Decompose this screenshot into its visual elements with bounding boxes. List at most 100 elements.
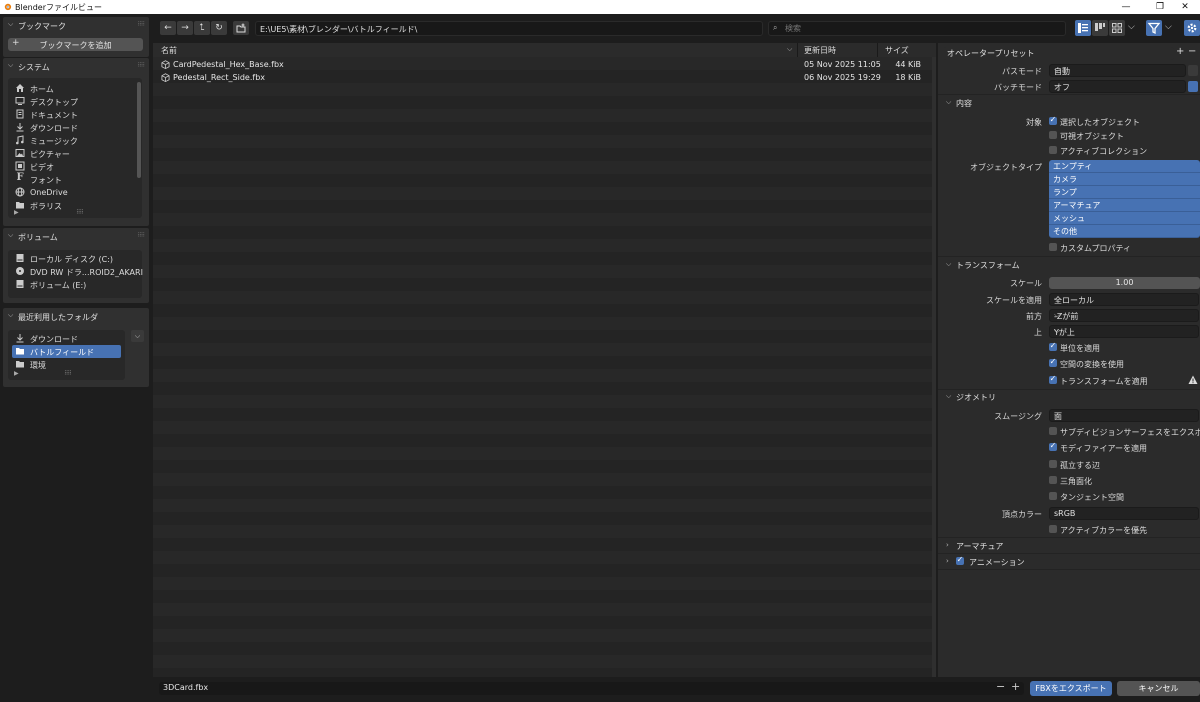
system-item-desktop[interactable]: デスクトップ bbox=[12, 95, 134, 108]
display-options-chevron-icon[interactable]: ⌵ bbox=[1128, 22, 1135, 32]
object-type-lamp[interactable]: ランプ bbox=[1049, 186, 1200, 199]
object-type-empty[interactable]: エンプティ bbox=[1049, 160, 1200, 173]
active-collection-checkbox[interactable] bbox=[1049, 146, 1057, 154]
column-date[interactable]: 更新日時 bbox=[804, 45, 836, 56]
system-item-downloads[interactable]: ダウンロード bbox=[12, 121, 134, 134]
object-type-camera[interactable]: カメラ bbox=[1049, 173, 1200, 186]
forward-axis-dropdown[interactable]: -Zが前 ⌵ bbox=[1049, 309, 1199, 322]
apply-transform-label: トランスフォームを適用 bbox=[1060, 377, 1148, 386]
recent-panel-header[interactable]: ⌵ 最近利用したフォルダ bbox=[3, 308, 149, 324]
view-thumbnails-button[interactable] bbox=[1109, 20, 1125, 36]
increment-filename-button[interactable]: + bbox=[1011, 680, 1020, 693]
system-item-fonts[interactable]: F フォント bbox=[12, 172, 134, 186]
file-row[interactable]: CardPedestal_Hex_Base.fbx 05 Nov 2025 11… bbox=[153, 58, 936, 71]
forward-button[interactable]: → bbox=[177, 21, 193, 35]
custom-properties-checkbox[interactable] bbox=[1049, 243, 1057, 251]
column-separator[interactable] bbox=[877, 43, 878, 57]
object-type-other[interactable]: その他 bbox=[1049, 225, 1200, 238]
sort-chevron-icon[interactable]: ⌵ bbox=[787, 45, 792, 54]
column-name[interactable]: 名前 bbox=[161, 45, 177, 56]
filter-options-chevron-icon[interactable]: ⌵ bbox=[1165, 22, 1172, 32]
chevron-down-icon: ⌵ bbox=[1054, 65, 1061, 74]
decrement-filename-button[interactable]: − bbox=[996, 680, 1005, 693]
armature-section-header[interactable]: › アーマチュア bbox=[938, 539, 1200, 553]
smoothing-dropdown[interactable]: 面 ⌵ bbox=[1049, 409, 1199, 422]
resize-grip-icon[interactable]: ⠿⠿ bbox=[64, 370, 72, 377]
export-subdivision-checkbox[interactable] bbox=[1049, 427, 1057, 435]
view-horizontal-list-button[interactable] bbox=[1092, 20, 1108, 36]
file-row[interactable]: Pedestal_Rect_Side.fbx 06 Nov 2025 19:29… bbox=[153, 71, 936, 84]
cancel-button[interactable]: キャンセル bbox=[1117, 681, 1200, 696]
system-panel-header[interactable]: ⌵ システム ⠿⠿ bbox=[3, 58, 149, 74]
transform-section-header[interactable]: ⌵ トランスフォーム bbox=[938, 258, 1200, 272]
system-item-documents[interactable]: ドキュメント bbox=[12, 108, 134, 121]
recent-options-button[interactable]: ⌵ bbox=[131, 330, 144, 342]
system-item-polaris[interactable]: ボラリス bbox=[12, 199, 134, 212]
expand-triangle-icon[interactable]: ▶ bbox=[14, 209, 19, 216]
back-button[interactable]: ← bbox=[160, 21, 176, 35]
search-input[interactable] bbox=[785, 23, 1055, 34]
system-item-music[interactable]: ミュージック bbox=[12, 134, 134, 147]
volumes-panel-header[interactable]: ⌵ ボリューム ⠿⠿ bbox=[3, 228, 149, 244]
drag-grip-icon[interactable]: ⠿⠿ bbox=[137, 21, 145, 28]
volume-item-e[interactable]: ボリューム (E:) bbox=[12, 278, 134, 291]
visible-objects-checkbox[interactable] bbox=[1049, 131, 1057, 139]
system-list-scrollbar[interactable] bbox=[137, 82, 141, 178]
embed-textures-toggle[interactable] bbox=[1188, 65, 1198, 76]
directory-path-field[interactable]: E:\UE5\素材\ブレンダー\バトルフィールド\ bbox=[255, 21, 763, 36]
column-separator[interactable] bbox=[797, 43, 798, 57]
apply-modifiers-checkbox[interactable] bbox=[1049, 441, 1057, 451]
bookmarks-panel-header[interactable]: ⌵ ブックマーク ⠿⠿ bbox=[3, 17, 149, 33]
recent-item-battlefield[interactable]: バトルフィールド bbox=[12, 345, 121, 358]
volume-item-dvd[interactable]: DVD RW ドラ...ROID2_AKARI bbox=[12, 265, 143, 278]
column-size[interactable]: サイズ bbox=[885, 45, 909, 56]
close-button[interactable]: ✕ bbox=[1170, 0, 1200, 14]
object-type-armature[interactable]: アーマチュア bbox=[1049, 199, 1200, 212]
geometry-section-header[interactable]: ⌵ ジオメトリ bbox=[938, 390, 1200, 404]
path-mode-dropdown[interactable]: 自動 ⌵ bbox=[1049, 64, 1186, 77]
search-field[interactable]: ⌕ bbox=[768, 21, 1066, 36]
animation-section-header[interactable]: › アニメーション bbox=[938, 555, 1200, 569]
filename-field[interactable]: 3DCard.fbx bbox=[159, 682, 1024, 695]
remove-preset-button[interactable]: − bbox=[1188, 46, 1196, 57]
scale-field[interactable]: 1.00 bbox=[1049, 277, 1200, 289]
file-list-scrollbar[interactable] bbox=[932, 57, 936, 677]
parent-directory-button[interactable]: ⮤ bbox=[194, 21, 210, 35]
use-space-transform-checkbox[interactable] bbox=[1049, 357, 1057, 367]
system-item-pictures[interactable]: ピクチャー bbox=[12, 147, 134, 160]
view-vertical-list-button[interactable] bbox=[1075, 20, 1091, 36]
operator-preset-dropdown[interactable]: オペレータープリセット ⌵ bbox=[943, 47, 1174, 60]
vertex-color-dropdown[interactable]: sRGB ⌵ bbox=[1049, 507, 1199, 520]
add-bookmark-button[interactable]: + ブックマークを追加 bbox=[8, 38, 143, 51]
apply-scale-dropdown[interactable]: 全ローカル ⌵ bbox=[1049, 293, 1199, 306]
apply-unit-checkbox[interactable] bbox=[1049, 341, 1057, 351]
include-section-header[interactable]: ⌵ 内容 bbox=[938, 96, 1200, 110]
prioritize-active-color-checkbox[interactable] bbox=[1049, 525, 1057, 533]
volume-item-c[interactable]: ローカル ディスク (C:) bbox=[12, 252, 134, 265]
batch-mode-dropdown[interactable]: オフ ⌵ bbox=[1049, 80, 1186, 93]
settings-toggle-button[interactable] bbox=[1184, 20, 1200, 36]
recent-item-downloads[interactable]: ダウンロード bbox=[12, 332, 121, 345]
animation-enable-checkbox[interactable] bbox=[956, 555, 964, 565]
refresh-button[interactable]: ↻ bbox=[211, 21, 227, 35]
selected-objects-checkbox[interactable] bbox=[1049, 115, 1057, 125]
loose-edges-checkbox[interactable] bbox=[1049, 460, 1057, 468]
expand-triangle-icon[interactable]: ▶ bbox=[14, 370, 19, 377]
new-folder-button[interactable] bbox=[233, 21, 249, 35]
resize-grip-icon[interactable]: ⠿⠿ bbox=[76, 209, 84, 216]
system-item-home[interactable]: ホーム bbox=[12, 82, 134, 95]
triangulate-checkbox[interactable] bbox=[1049, 476, 1057, 484]
batch-own-dir-toggle[interactable] bbox=[1188, 81, 1198, 92]
filter-toggle-button[interactable] bbox=[1146, 20, 1162, 36]
minimize-button[interactable]: — bbox=[1111, 0, 1141, 14]
drag-grip-icon[interactable]: ⠿⠿ bbox=[137, 62, 145, 69]
drag-grip-icon[interactable]: ⠿⠿ bbox=[137, 232, 145, 239]
system-item-onedrive[interactable]: OneDrive bbox=[12, 186, 134, 199]
object-type-mesh[interactable]: メッシュ bbox=[1049, 212, 1200, 225]
apply-transform-checkbox[interactable] bbox=[1049, 374, 1057, 384]
up-axis-dropdown[interactable]: Yが上 ⌵ bbox=[1049, 325, 1199, 338]
export-fbx-button[interactable]: FBXをエクスポート bbox=[1030, 681, 1112, 696]
add-preset-button[interactable]: + bbox=[1176, 46, 1184, 57]
tangent-space-checkbox[interactable] bbox=[1049, 492, 1057, 500]
system-item-video[interactable]: ビデオ bbox=[12, 160, 134, 173]
